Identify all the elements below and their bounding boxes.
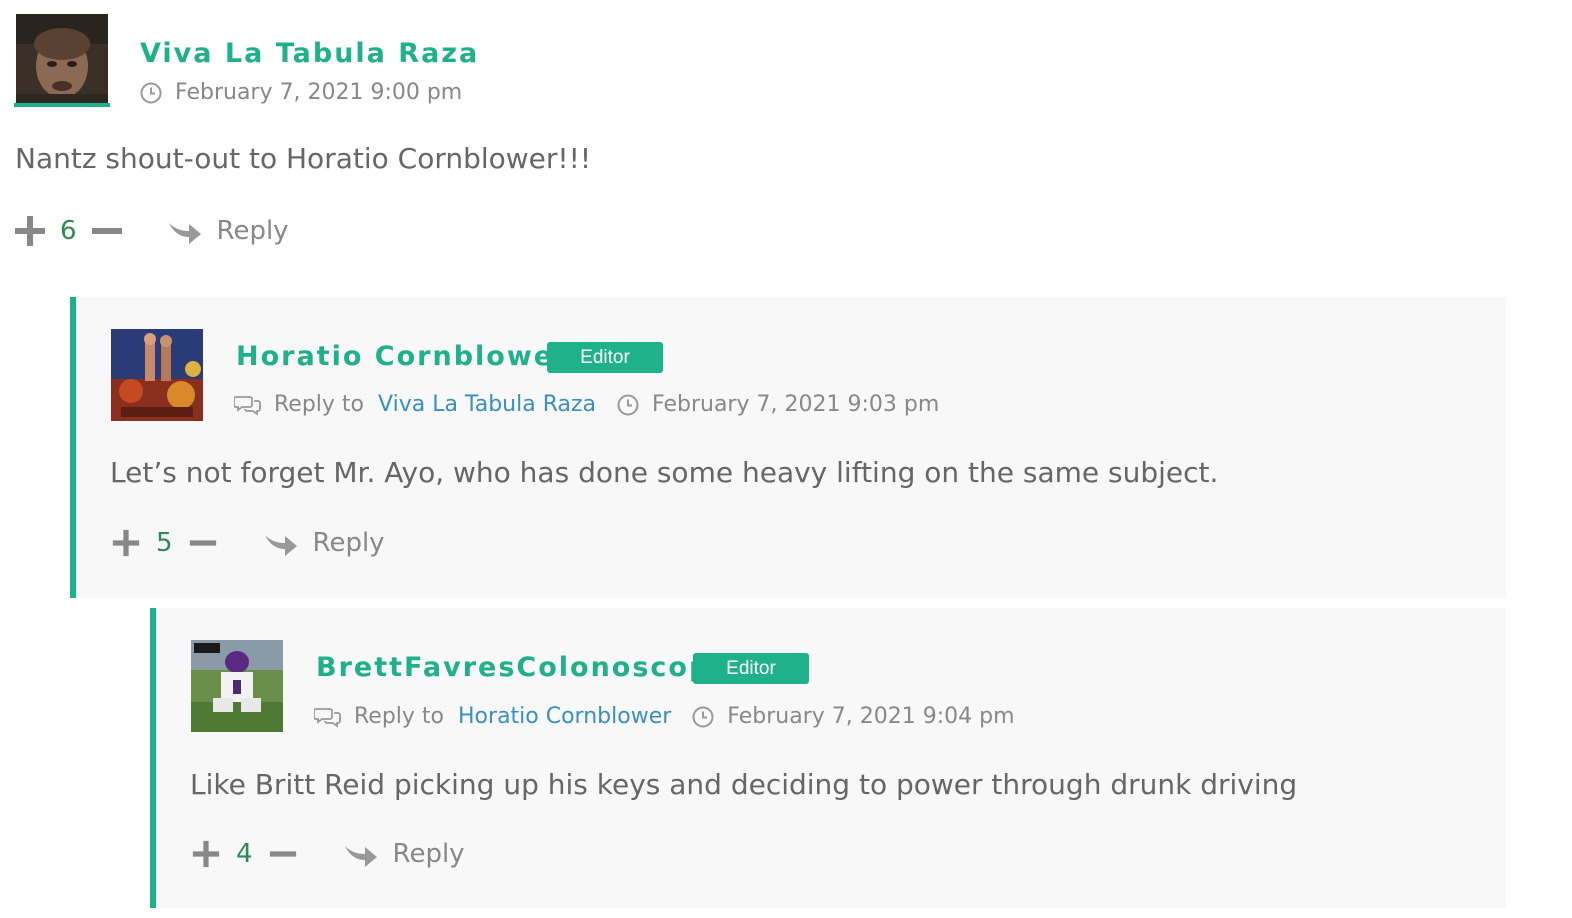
comment-3: BrettFavresColonoscopy Editor Reply to H… <box>150 608 1506 908</box>
comment-text: Like Britt Reid picking up his keys and … <box>190 768 1298 801</box>
downvote-button[interactable] <box>267 838 299 870</box>
comment-author[interactable]: Horatio Cornblower <box>236 341 569 372</box>
comment-1: Viva La Tabula Raza February 7, 2021 9:0… <box>0 0 1572 290</box>
comment-author[interactable]: Viva La Tabula Raza <box>140 38 479 69</box>
minus-icon <box>269 851 296 857</box>
vote-count: 4 <box>236 839 253 869</box>
avatar[interactable] <box>111 329 203 421</box>
reply-button[interactable]: Reply <box>167 215 289 247</box>
comment-date[interactable]: February 7, 2021 9:04 pm <box>727 704 1014 729</box>
upvote-button[interactable] <box>14 215 46 247</box>
reply-to-link[interactable]: Horatio Cornblower <box>458 704 671 729</box>
clock-icon <box>617 394 639 415</box>
comment-meta: Reply to Horatio Cornblower February 7, … <box>314 704 1015 729</box>
reply-to-label: Reply to <box>354 704 445 729</box>
plus-icon <box>15 216 45 246</box>
vote-count: 5 <box>156 528 173 558</box>
comment-date[interactable]: February 7, 2021 9:03 pm <box>652 392 939 417</box>
avatar[interactable] <box>16 14 108 106</box>
comment-date[interactable]: February 7, 2021 9:00 pm <box>175 80 462 105</box>
downvote-button[interactable] <box>91 215 123 247</box>
reply-to-label: Reply to <box>274 392 365 417</box>
reply-button[interactable]: Reply <box>343 838 465 870</box>
reply-to-link[interactable]: Viva La Tabula Raza <box>378 392 596 417</box>
reply-label: Reply <box>216 216 289 246</box>
avatar[interactable] <box>191 640 283 732</box>
comment-2: Horatio Cornblower Editor Reply to Viva … <box>70 297 1506 598</box>
chat-bubbles-icon <box>234 395 261 416</box>
comment-meta: Reply to Viva La Tabula Raza February 7,… <box>234 392 939 417</box>
plus-icon <box>112 529 140 557</box>
reply-arrow-icon <box>344 846 377 867</box>
comment-actions: 5 Reply <box>110 527 385 559</box>
reply-button[interactable]: Reply <box>263 527 385 559</box>
clock-icon <box>140 82 162 103</box>
editor-badge: Editor <box>693 653 809 684</box>
editor-badge: Editor <box>547 342 663 373</box>
comment-text: Nantz shout-out to Horatio Cornblower!!! <box>15 142 592 175</box>
clock-icon <box>692 706 714 727</box>
avatar-underline <box>14 103 110 107</box>
reply-label: Reply <box>392 839 465 869</box>
minus-icon <box>189 540 216 546</box>
upvote-button[interactable] <box>110 527 142 559</box>
comment-author[interactable]: BrettFavresColonoscopy <box>316 652 730 683</box>
plus-icon <box>192 840 220 868</box>
reply-arrow-icon <box>264 535 297 556</box>
comment-meta: February 7, 2021 9:00 pm <box>139 80 462 105</box>
upvote-button[interactable] <box>190 838 222 870</box>
vote-count: 6 <box>60 216 77 246</box>
reply-label: Reply <box>312 528 385 558</box>
downvote-button[interactable] <box>187 527 219 559</box>
comment-actions: 6 Reply <box>14 215 289 247</box>
reply-arrow-icon <box>168 223 201 244</box>
comment-actions: 4 Reply <box>190 838 465 870</box>
chat-bubbles-icon <box>314 707 341 728</box>
minus-icon <box>91 228 122 234</box>
comment-text: Let’s not forget Mr. Ayo, who has done s… <box>110 456 1219 489</box>
